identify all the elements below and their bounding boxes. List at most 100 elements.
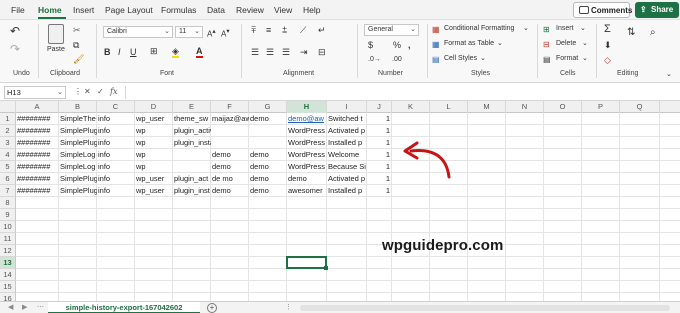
row-header-4[interactable]: 4 — [0, 149, 16, 161]
cell-a6[interactable]: ######## — [16, 173, 59, 185]
cell-a4[interactable]: ######## — [16, 149, 59, 161]
prev-sheet-icon[interactable]: ◀ — [8, 303, 13, 311]
currency-icon[interactable]: $ — [368, 40, 373, 50]
cell-d4[interactable]: wp — [135, 149, 173, 161]
font-name-select[interactable]: Calibri ⌄ — [103, 26, 173, 38]
tab-view[interactable]: View — [274, 5, 292, 15]
row-header-11[interactable]: 11 — [0, 233, 16, 245]
cell-i4[interactable]: Welcome — [327, 149, 367, 161]
cell-i2[interactable]: Activated p — [327, 125, 367, 137]
cell-i1[interactable]: Switched t — [327, 113, 367, 125]
row-header-16[interactable]: 16 — [0, 293, 16, 301]
tab-formulas[interactable]: Formulas — [161, 5, 196, 15]
cell-b6[interactable]: SimplePlug — [59, 173, 97, 185]
row-header-1[interactable]: 1 — [0, 113, 16, 125]
paste-button[interactable]: Paste — [47, 46, 65, 53]
decrease-decimal-icon[interactable]: .00 — [392, 55, 402, 65]
row-header-6[interactable]: 6 — [0, 173, 16, 185]
row-header-3[interactable]: 3 — [0, 137, 16, 149]
format-button[interactable]: Format — [556, 55, 578, 62]
comma-icon[interactable]: , — [408, 40, 411, 50]
cell-b2[interactable]: SimplePlug — [59, 125, 97, 137]
italic-icon[interactable]: I — [118, 47, 121, 57]
align-middle-icon[interactable]: ≡ — [266, 25, 271, 35]
indent-icon[interactable]: ⇥ — [300, 47, 308, 57]
cell-d5[interactable]: wp — [135, 161, 173, 173]
tab-page-layout[interactable]: Page Layout — [105, 5, 153, 15]
cell-h4[interactable]: WordPress — [287, 149, 327, 161]
cell-g7[interactable]: demo — [249, 185, 287, 197]
cell-styles-button[interactable]: Cell Styles — [444, 55, 477, 62]
row-header-10[interactable]: 10 — [0, 221, 16, 233]
cell-h6[interactable]: demo — [287, 173, 327, 185]
redo-icon[interactable]: ↷ — [10, 43, 20, 55]
percent-icon[interactable]: % — [393, 40, 401, 50]
column-header-i[interactable]: I — [327, 101, 367, 113]
tab-help[interactable]: Help — [303, 5, 320, 15]
tab-review[interactable]: Review — [236, 5, 264, 15]
cell-b3[interactable]: SimplePlug — [59, 137, 97, 149]
cell-f1[interactable]: maijaz@aw — [211, 113, 249, 125]
merge-center-icon[interactable]: ⊟ — [318, 47, 326, 57]
cell-g6[interactable]: demo — [249, 173, 287, 185]
decrease-font-icon[interactable]: A▾ — [221, 27, 230, 40]
cell-j4[interactable]: 1 — [367, 149, 392, 161]
insert-function-icon[interactable]: fx — [110, 87, 117, 96]
column-header-a[interactable]: A — [16, 101, 59, 113]
cell-i3[interactable]: Installed p — [327, 137, 367, 149]
cell-c1[interactable]: info — [97, 113, 135, 125]
cell-c5[interactable]: info — [97, 161, 135, 173]
align-right-icon[interactable]: ☰ — [282, 47, 290, 57]
tab-file[interactable]: File — [11, 5, 25, 15]
horizontal-scrollbar[interactable] — [300, 305, 670, 311]
row-header-7[interactable]: 7 — [0, 185, 16, 197]
fill-icon[interactable]: ⬇ — [604, 40, 612, 50]
cell-f7[interactable]: demo — [211, 185, 249, 197]
more-icon[interactable]: ⋯ — [37, 303, 44, 311]
cell-h5[interactable]: WordPress — [287, 161, 327, 173]
scissors-icon[interactable]: ✂ — [73, 25, 81, 35]
clear-icon[interactable]: ◇ — [604, 55, 611, 65]
cell-a3[interactable]: ######## — [16, 137, 59, 149]
column-header-m[interactable]: M — [468, 101, 506, 113]
cell-b1[interactable]: SimpleThe — [59, 113, 97, 125]
clipboard-icon[interactable] — [48, 24, 64, 44]
cell-f4[interactable]: demo — [211, 149, 249, 161]
cell-d1[interactable]: wp_user — [135, 113, 173, 125]
cell-e6[interactable]: plugin_act — [173, 173, 211, 185]
cell-g5[interactable]: demo — [249, 161, 287, 173]
row-header-9[interactable]: 9 — [0, 209, 16, 221]
row-header-12[interactable]: 12 — [0, 245, 16, 257]
column-header-c[interactable]: C — [97, 101, 135, 113]
cell-c7[interactable]: info — [97, 185, 135, 197]
row-header-5[interactable]: 5 — [0, 161, 16, 173]
row-header-13[interactable]: 13 — [0, 257, 16, 269]
tab-data[interactable]: Data — [207, 5, 225, 15]
column-header-h[interactable]: H — [287, 101, 327, 113]
column-header-o[interactable]: O — [544, 101, 582, 113]
cell-i7[interactable]: Installed p — [327, 185, 367, 197]
align-center-icon[interactable]: ☰ — [266, 47, 274, 57]
row-header-2[interactable]: 2 — [0, 125, 16, 137]
undo-icon[interactable]: ↶ — [10, 25, 20, 37]
align-bottom-icon[interactable]: ⩲ — [282, 25, 287, 35]
cell-c2[interactable]: info — [97, 125, 135, 137]
cell-j3[interactable]: 1 — [367, 137, 392, 149]
column-header-k[interactable]: K — [392, 101, 430, 113]
orientation-icon[interactable]: ⟋ — [300, 25, 306, 35]
cell-h7[interactable]: awesomer — [287, 185, 327, 197]
column-header-f[interactable]: F — [211, 101, 249, 113]
cell-b7[interactable]: SimplePlug — [59, 185, 97, 197]
cell-a7[interactable]: ######## — [16, 185, 59, 197]
cell-g4[interactable]: demo — [249, 149, 287, 161]
underline-icon[interactable]: U — [130, 47, 137, 57]
font-size-select[interactable]: 11 ⌄ — [175, 26, 203, 38]
cell-f6[interactable]: de mo — [211, 173, 249, 185]
cell-d6[interactable]: wp_user — [135, 173, 173, 185]
cell-i5[interactable]: Because Si — [327, 161, 367, 173]
cell-c3[interactable]: info — [97, 137, 135, 149]
cell-d3[interactable]: wp — [135, 137, 173, 149]
selected-cell-outline[interactable] — [286, 256, 328, 270]
cell-j6[interactable]: 1 — [367, 173, 392, 185]
enter-icon[interactable]: ✓ — [97, 87, 104, 96]
